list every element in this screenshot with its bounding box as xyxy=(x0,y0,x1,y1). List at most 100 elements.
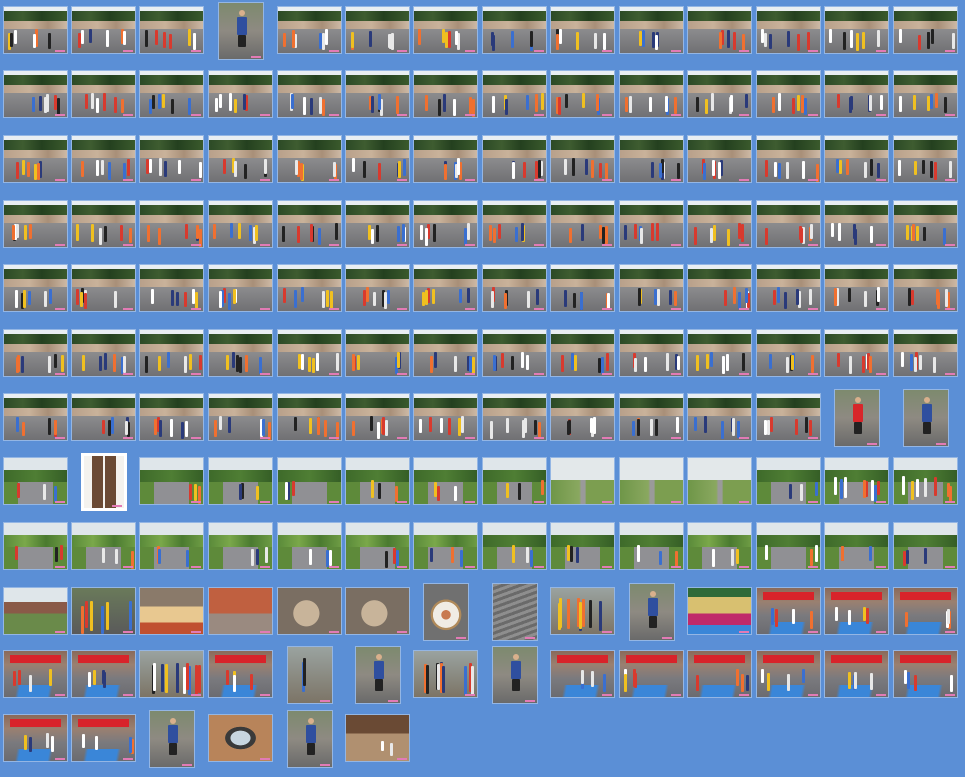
photo-thumbnail[interactable] xyxy=(71,200,136,248)
photo-thumbnail[interactable] xyxy=(687,264,752,312)
photo-thumbnail[interactable] xyxy=(208,457,273,505)
photo-thumbnail[interactable] xyxy=(619,650,684,698)
photo-thumbnail[interactable] xyxy=(139,329,204,377)
photo-thumbnail[interactable] xyxy=(345,522,410,570)
photo-thumbnail[interactable] xyxy=(687,135,752,183)
photo-thumbnail[interactable] xyxy=(824,457,889,505)
photo-thumbnail[interactable] xyxy=(492,583,538,641)
photo-thumbnail[interactable] xyxy=(139,70,204,118)
photo-thumbnail[interactable] xyxy=(893,650,958,698)
photo-thumbnail[interactable] xyxy=(345,457,410,505)
photo-thumbnail[interactable] xyxy=(756,135,821,183)
photo-thumbnail[interactable] xyxy=(893,135,958,183)
photo-thumbnail[interactable] xyxy=(71,393,136,441)
photo-thumbnail[interactable] xyxy=(756,200,821,248)
photo-thumbnail[interactable] xyxy=(550,70,615,118)
photo-thumbnail[interactable] xyxy=(687,457,752,505)
photo-thumbnail[interactable] xyxy=(687,522,752,570)
photo-thumbnail[interactable] xyxy=(345,714,410,762)
photo-thumbnail[interactable] xyxy=(413,457,478,505)
photo-thumbnail[interactable] xyxy=(413,393,478,441)
photo-thumbnail[interactable] xyxy=(345,6,410,54)
photo-thumbnail[interactable] xyxy=(3,457,68,505)
photo-thumbnail[interactable] xyxy=(149,710,195,768)
photo-thumbnail[interactable] xyxy=(345,329,410,377)
photo-thumbnail[interactable] xyxy=(413,70,478,118)
photo-thumbnail[interactable] xyxy=(550,457,615,505)
photo-thumbnail[interactable] xyxy=(287,646,333,704)
photo-thumbnail[interactable] xyxy=(756,6,821,54)
photo-thumbnail[interactable] xyxy=(482,393,547,441)
photo-thumbnail[interactable] xyxy=(824,522,889,570)
photo-thumbnail[interactable] xyxy=(218,2,264,60)
photo-thumbnail[interactable] xyxy=(3,264,68,312)
photo-thumbnail[interactable] xyxy=(619,6,684,54)
photo-thumbnail[interactable] xyxy=(550,200,615,248)
photo-thumbnail[interactable] xyxy=(139,393,204,441)
photo-thumbnail[interactable] xyxy=(893,587,958,635)
photo-thumbnail[interactable] xyxy=(687,70,752,118)
photo-thumbnail[interactable] xyxy=(345,264,410,312)
photo-thumbnail[interactable] xyxy=(687,587,752,635)
photo-thumbnail[interactable] xyxy=(3,522,68,570)
photo-thumbnail[interactable] xyxy=(277,393,342,441)
photo-thumbnail[interactable] xyxy=(277,329,342,377)
photo-thumbnail[interactable] xyxy=(277,6,342,54)
photo-thumbnail[interactable] xyxy=(824,264,889,312)
photo-thumbnail[interactable] xyxy=(208,329,273,377)
photo-thumbnail[interactable] xyxy=(413,6,478,54)
photo-thumbnail[interactable] xyxy=(345,200,410,248)
photo-thumbnail[interactable] xyxy=(208,650,273,698)
photo-thumbnail[interactable] xyxy=(287,710,333,768)
photo-thumbnail[interactable] xyxy=(482,457,547,505)
photo-thumbnail[interactable] xyxy=(482,200,547,248)
photo-thumbnail[interactable] xyxy=(277,587,342,635)
photo-thumbnail[interactable] xyxy=(482,135,547,183)
photo-thumbnail[interactable] xyxy=(550,264,615,312)
photo-thumbnail[interactable] xyxy=(550,329,615,377)
photo-thumbnail[interactable] xyxy=(277,457,342,505)
photo-thumbnail[interactable] xyxy=(413,522,478,570)
photo-thumbnail[interactable] xyxy=(619,522,684,570)
photo-thumbnail[interactable] xyxy=(277,135,342,183)
photo-thumbnail[interactable] xyxy=(619,329,684,377)
photo-thumbnail[interactable] xyxy=(3,393,68,441)
photo-thumbnail[interactable] xyxy=(71,70,136,118)
photo-thumbnail[interactable] xyxy=(208,200,273,248)
photo-thumbnail[interactable] xyxy=(208,264,273,312)
photo-thumbnail[interactable] xyxy=(345,587,410,635)
photo-thumbnail[interactable] xyxy=(824,587,889,635)
photo-thumbnail[interactable] xyxy=(345,135,410,183)
photo-thumbnail[interactable] xyxy=(619,457,684,505)
photo-thumbnail[interactable] xyxy=(139,650,204,698)
photo-thumbnail[interactable] xyxy=(3,714,68,762)
photo-thumbnail[interactable] xyxy=(619,70,684,118)
photo-thumbnail[interactable] xyxy=(3,70,68,118)
photo-thumbnail[interactable] xyxy=(550,650,615,698)
photo-thumbnail[interactable] xyxy=(71,264,136,312)
photo-thumbnail[interactable] xyxy=(3,650,68,698)
photo-thumbnail[interactable] xyxy=(687,650,752,698)
photo-thumbnail[interactable] xyxy=(423,583,469,641)
photo-thumbnail[interactable] xyxy=(208,587,273,635)
photo-thumbnail[interactable] xyxy=(345,393,410,441)
photo-thumbnail[interactable] xyxy=(893,522,958,570)
photo-thumbnail[interactable] xyxy=(824,135,889,183)
photo-thumbnail[interactable] xyxy=(893,6,958,54)
photo-thumbnail[interactable] xyxy=(619,264,684,312)
photo-thumbnail[interactable] xyxy=(756,457,821,505)
photo-thumbnail[interactable] xyxy=(482,6,547,54)
photo-thumbnail[interactable] xyxy=(71,6,136,54)
photo-thumbnail[interactable] xyxy=(893,200,958,248)
photo-thumbnail[interactable] xyxy=(277,522,342,570)
photo-thumbnail[interactable] xyxy=(550,522,615,570)
photo-thumbnail[interactable] xyxy=(893,70,958,118)
photo-thumbnail[interactable] xyxy=(482,522,547,570)
photo-thumbnail[interactable] xyxy=(629,583,675,641)
photo-thumbnail[interactable] xyxy=(71,714,136,762)
photo-thumbnail[interactable] xyxy=(277,200,342,248)
photo-thumbnail[interactable] xyxy=(687,329,752,377)
photo-thumbnail[interactable] xyxy=(208,522,273,570)
photo-thumbnail[interactable] xyxy=(71,329,136,377)
photo-thumbnail[interactable] xyxy=(756,587,821,635)
